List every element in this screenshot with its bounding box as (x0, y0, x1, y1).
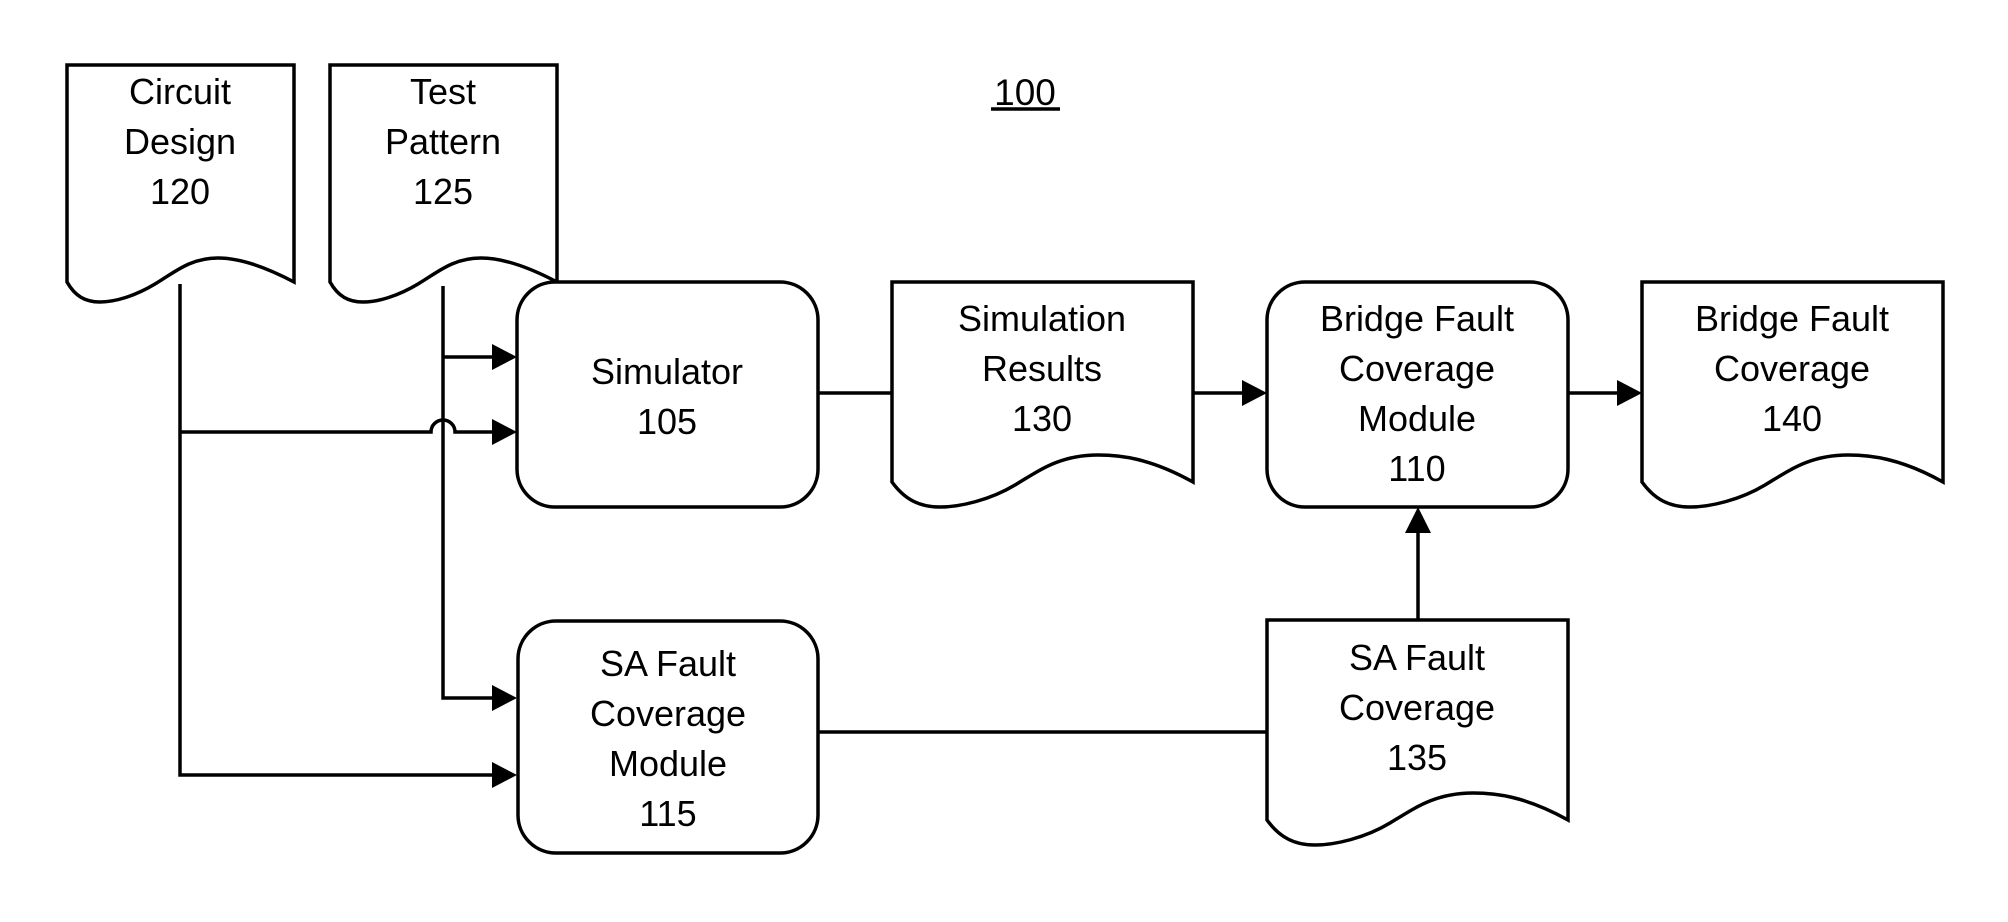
node-id: 115 (639, 793, 696, 834)
node-id: 105 (637, 401, 697, 442)
node-id: 135 (1387, 737, 1447, 778)
node-label-line: Bridge Fault (1695, 298, 1889, 339)
process-shape (515, 280, 820, 509)
flow-diagram: 100 Circuit Design 120 Test Pattern 125 … (65, 63, 1945, 855)
node-label-line: SA Fault (1349, 637, 1485, 678)
arrowhead-bridge-module-to-coverage (1617, 380, 1642, 406)
node-circuit-design[interactable]: Circuit Design 120 (65, 63, 296, 304)
node-id: 125 (413, 171, 473, 212)
node-sa-fault-coverage-module[interactable]: SA Fault Coverage Module 115 (516, 619, 820, 855)
node-label-line: Pattern (385, 121, 501, 162)
node-id: 140 (1762, 398, 1822, 439)
node-label-line: Bridge Fault (1320, 298, 1514, 339)
node-label-line: SA Fault (600, 643, 736, 684)
node-bridge-fault-coverage[interactable]: Bridge Fault Coverage 140 (1640, 280, 1945, 509)
node-test-pattern[interactable]: Test Pattern 125 (328, 63, 559, 304)
node-label-line: Coverage (1339, 348, 1495, 389)
node-label-line: Coverage (1339, 687, 1495, 728)
arrowhead-sa-coverage-to-bridge-module (1405, 507, 1431, 533)
arrowhead-test-pattern-to-simulator (492, 344, 517, 370)
node-label-line: Test (410, 71, 476, 112)
wire-circuit-design-to-simulator (180, 418, 500, 434)
node-label-line: Module (1358, 398, 1476, 439)
node-simulator[interactable]: Simulator 105 (515, 280, 820, 509)
node-label-line: Simulation (958, 298, 1126, 339)
node-label-line: Coverage (590, 693, 746, 734)
arrowhead-results-to-bridge-module (1242, 380, 1267, 406)
node-id: 130 (1012, 398, 1072, 439)
figure-number-text: 100 (994, 72, 1056, 113)
node-bridge-fault-coverage-module[interactable]: Bridge Fault Coverage Module 110 (1265, 280, 1570, 509)
node-id: 120 (150, 171, 210, 212)
node-label-line: Module (609, 743, 727, 784)
arrowhead-circuit-design-to-simulator (492, 419, 517, 445)
node-sa-fault-coverage[interactable]: SA Fault Coverage 135 (1265, 618, 1570, 847)
node-label-line: Design (124, 121, 236, 162)
node-id: 110 (1388, 448, 1445, 489)
node-label-line: Coverage (1714, 348, 1870, 389)
node-label-line: Simulator (591, 351, 743, 392)
arrowhead-test-pattern-to-sa-module (492, 685, 517, 711)
arrowhead-circuit-design-to-sa-module (492, 762, 517, 788)
node-label-line: Circuit (129, 71, 231, 112)
figure-number: 100 (991, 72, 1060, 113)
node-label-line: Results (982, 348, 1102, 389)
wire-test-pattern-trunk (441, 286, 500, 700)
node-simulation-results[interactable]: Simulation Results 130 (890, 280, 1195, 509)
